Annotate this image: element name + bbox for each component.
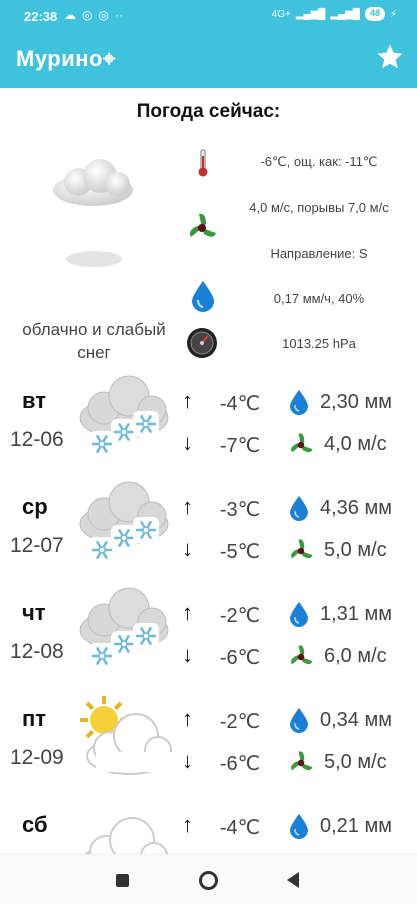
temp-min: -6℃ — [219, 647, 261, 669]
temp-max: -2℃ — [219, 605, 261, 627]
current-weather-heading: Погода сейчас: — [136, 101, 281, 122]
wind-fan-icon — [291, 645, 313, 665]
condition-text: облачно и слабый снег — [22, 320, 166, 362]
clock: 22:38 — [24, 9, 58, 24]
recent-apps-button[interactable] — [116, 874, 129, 887]
day-date: 12-09 — [10, 746, 64, 769]
snow-cloud-icon — [79, 587, 169, 669]
precipitation-drop-icon — [290, 813, 308, 839]
arrow-up-icon: ↑ — [182, 388, 193, 413]
arrow-up-icon: ↑ — [182, 600, 193, 625]
city-title[interactable]: Мурино⌖ — [16, 46, 116, 72]
current-precipitation: 0,17 мм/ч, 40% — [273, 291, 365, 306]
weather-content[interactable]: Погода сейчас: облачно и слабый снег -6℃… — [0, 88, 417, 854]
cloud-icon — [84, 817, 168, 854]
charging-icon: ⚡ — [389, 8, 397, 20]
day-name: ср — [22, 494, 48, 519]
forecast-day-row[interactable]: сб ↑ -4℃ 0,21 мм — [0, 796, 417, 854]
forecast-day-row[interactable]: ср 12-07 ↑ -3℃ 4,36 мм ↓ -5℃ 5,0 м/с — [0, 478, 417, 584]
wind-fan-icon — [291, 751, 313, 771]
day-date: 12-06 — [10, 428, 64, 451]
temp-min: -6℃ — [219, 753, 261, 775]
snow-cloud-icon — [79, 481, 169, 563]
star-icon[interactable] — [375, 42, 405, 72]
signal-icon: ▂▄▆█ — [295, 8, 326, 20]
current-temperature: -6℃, ощ. как: -11℃ — [260, 154, 378, 169]
precip-amount: 0,21 мм — [320, 815, 392, 837]
arrow-down-icon: ↓ — [182, 642, 193, 667]
wind-speed: 6,0 м/с — [324, 645, 387, 667]
precip-amount: 0,34 мм — [320, 709, 392, 731]
day-date: 12-07 — [10, 534, 64, 557]
precip-amount: 4,36 мм — [320, 497, 392, 519]
sync-icon: ◎ — [98, 8, 109, 22]
day-name: сб — [22, 812, 48, 837]
wind-fan-icon — [189, 213, 216, 237]
precip-amount: 2,30 мм — [320, 391, 392, 413]
wind-speed: 5,0 м/с — [324, 751, 387, 773]
forecast-day-row[interactable]: чт 12-08 ↑ -2℃ 1,31 мм ↓ -6℃ 6,0 м/с — [0, 584, 417, 690]
arrow-up-icon: ↑ — [182, 812, 193, 837]
day-name: чт — [22, 600, 46, 625]
notification-icons: ☁ ◎ ◎ ·· — [64, 8, 123, 22]
thermometer-icon — [198, 149, 208, 177]
sync-icon: ◎ — [82, 8, 93, 22]
home-button[interactable] — [199, 871, 218, 890]
forecast-day-row[interactable]: пт 12-09 ↑ -2℃ 0,34 мм ↓ -6℃ 5,0 м/с — [0, 690, 417, 796]
arrow-up-icon: ↑ — [182, 494, 193, 519]
snow-cloud-icon — [79, 375, 169, 457]
arrow-down-icon: ↓ — [182, 748, 193, 773]
more-dots-icon: ·· — [114, 8, 123, 22]
wind-fan-icon — [291, 433, 313, 453]
temp-max: -4℃ — [219, 393, 261, 415]
arrow-down-icon: ↓ — [182, 536, 193, 561]
snow-haze-icon — [66, 251, 122, 267]
temp-max: -3℃ — [219, 499, 261, 521]
barometer-icon — [187, 328, 217, 358]
wind-speed: 4,0 м/с — [324, 433, 387, 455]
wind-fan-icon — [291, 539, 313, 559]
forecast-day-row[interactable]: вт 12-06 ↑ -4℃ 2,30 мм ↓ -7℃ 4,0 м/с — [0, 372, 417, 478]
precipitation-drop-icon — [290, 707, 308, 733]
precipitation-drop-icon — [290, 389, 308, 415]
app-bar: Мурино⌖ — [0, 32, 417, 88]
temp-max: -2℃ — [219, 711, 261, 733]
cloud-icon — [53, 159, 133, 206]
precipitation-drop-icon — [290, 495, 308, 521]
signal-icon: ▂▄▆█ — [330, 8, 360, 20]
system-icons: 4G+ ▂▄▆█ ▂▄▆█ 48 ⚡ — [272, 7, 397, 21]
current-pressure: 1013.25 hPa — [282, 336, 356, 351]
day-date: 12-08 — [10, 640, 64, 663]
battery-level: 48 — [364, 7, 385, 21]
sun-cloud-icon — [80, 696, 172, 775]
day-name: вт — [22, 388, 47, 413]
temp-max: -4℃ — [219, 817, 261, 839]
system-nav-bar — [0, 854, 417, 904]
temp-min: -7℃ — [219, 435, 261, 457]
wind-speed: 5,0 м/с — [324, 539, 387, 561]
cloud-icon: ☁ — [64, 8, 76, 22]
network-label: 4G+ — [271, 8, 291, 20]
temp-min: -5℃ — [219, 541, 261, 563]
back-button[interactable] — [287, 872, 299, 888]
precipitation-drop-icon — [290, 601, 308, 627]
precip-amount: 1,31 мм — [320, 603, 392, 625]
arrow-up-icon: ↑ — [182, 706, 193, 731]
current-wind: 4,0 м/с, порывы 7,0 м/с — [249, 200, 389, 215]
wind-direction: Направление: S — [270, 246, 368, 261]
precipitation-drop-icon — [192, 281, 214, 312]
day-name: пт — [22, 706, 47, 731]
arrow-down-icon: ↓ — [182, 430, 193, 455]
status-bar: 22:38 ☁ ◎ ◎ ·· 4G+ ▂▄▆█ ▂▄▆█ 48 ⚡ — [0, 0, 417, 32]
